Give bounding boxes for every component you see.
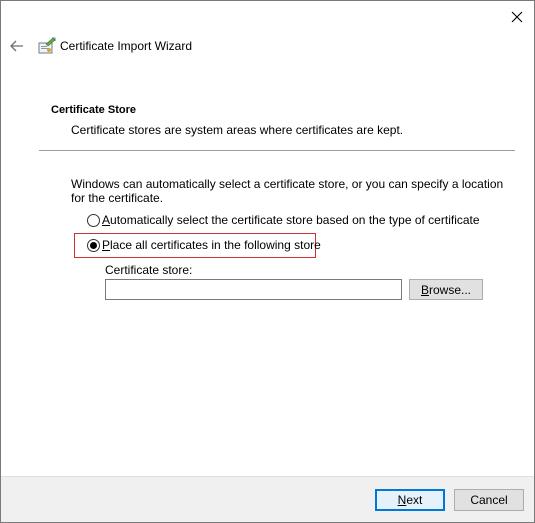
intro-text: Windows can automatically select a certi…: [71, 177, 504, 205]
section-description: Certificate stores are system areas wher…: [71, 123, 404, 137]
close-icon: [511, 11, 523, 22]
auto-select-radio[interactable]: [87, 213, 100, 227]
place-in-store-option[interactable]: Place all certificates in the following …: [87, 238, 321, 252]
browse-button[interactable]: Browse...: [409, 279, 483, 300]
cancel-button[interactable]: Cancel: [454, 489, 524, 511]
back-button[interactable]: [9, 38, 25, 54]
certificate-store-field[interactable]: [105, 279, 402, 300]
next-button[interactable]: Next: [375, 489, 445, 511]
certificate-store-label: Certificate store:: [105, 263, 193, 277]
wizard-footer: Next Cancel: [1, 476, 534, 522]
wizard-title: Certificate Import Wizard: [60, 39, 193, 53]
certificate-wizard-icon: [38, 37, 56, 54]
section-title: Certificate Store: [51, 104, 136, 116]
wizard-header: Certificate Import Wizard: [1, 31, 534, 63]
certificate-import-wizard-window: Certificate Import Wizard Certificate St…: [0, 0, 535, 523]
close-button[interactable]: [500, 1, 534, 32]
place-in-store-radio[interactable]: [87, 238, 100, 252]
auto-select-label: Automatically select the certificate sto…: [102, 213, 480, 227]
auto-select-store-option[interactable]: Automatically select the certificate sto…: [87, 213, 480, 227]
back-arrow-icon: [10, 40, 23, 52]
place-in-store-label: Place all certificates in the following …: [102, 238, 321, 252]
header-divider: [39, 150, 515, 151]
